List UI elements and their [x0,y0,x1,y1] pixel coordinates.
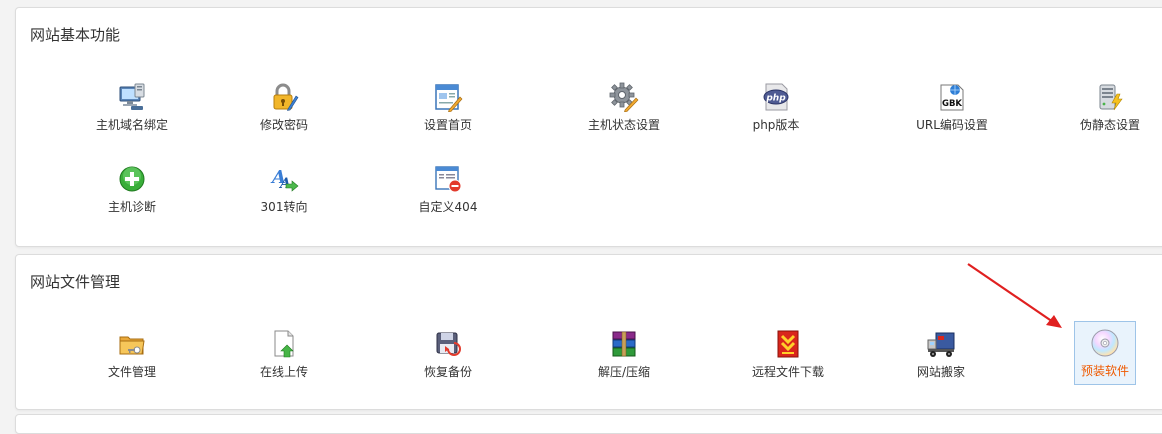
gbk-encoding-icon: GBK [937,82,967,112]
remote-download-icon [773,329,803,359]
tool-restore-backup[interactable]: 恢复备份 [398,323,498,387]
tool-label: 修改密码 [259,118,308,132]
tool-host-diagnosis[interactable]: 主机诊断 [82,158,182,222]
tool-label: 主机域名绑定 [95,118,168,132]
tool-label: 远程文件下载 [751,365,824,379]
tool-label: 伪静态设置 [1079,118,1140,132]
file-upload-icon [269,329,299,359]
svg-text:GBK: GBK [942,99,962,109]
tool-label: 文件管理 [107,365,156,379]
tool-site-migration[interactable]: 网站搬家 [891,323,991,387]
tool-301-redirect[interactable]: A A 301转向 [234,158,334,222]
green-plus-icon [117,164,147,194]
tool-label: URL编码设置 [916,118,988,132]
tool-label: 解压/压缩 [597,365,651,379]
tool-label: 主机状态设置 [587,118,660,132]
font-arrow-icon: A A [269,164,299,194]
tool-remote-file-download[interactable]: 远程文件下载 [738,323,838,387]
tool-extract-compress[interactable]: 解压/压缩 [574,323,674,387]
tool-label: php版本 [752,118,800,132]
tool-label: 设置首页 [423,118,472,132]
tool-online-upload[interactable]: 在线上传 [234,323,334,387]
server-lightning-icon [1095,82,1125,112]
tool-rewrite-settings[interactable]: 伪静态设置 [1060,76,1160,140]
tool-change-password[interactable]: 修改密码 [234,76,334,140]
tool-custom-404[interactable]: 自定义404 [398,158,498,222]
panel-next-partial [15,414,1162,434]
tool-file-manager[interactable]: 文件管理 [82,323,182,387]
cd-disc-icon [1090,328,1120,358]
tool-label: 自定义404 [418,200,478,214]
tool-set-homepage[interactable]: 设置首页 [398,76,498,140]
tool-label: 恢复备份 [423,365,472,379]
tool-label: 预装软件 [1080,364,1129,378]
tool-php-version[interactable]: php php版本 [726,76,826,140]
tool-preinstalled-software[interactable]: 预装软件 [1074,321,1136,385]
tool-host-status-settings[interactable]: 主机状态设置 [574,76,674,140]
monitor-network-icon [117,82,147,112]
window-error-icon [433,164,463,194]
svg-text:php: php [765,94,786,104]
moving-truck-icon [926,329,956,359]
tool-label: 301转向 [260,200,308,214]
folder-key-icon [117,329,147,359]
backup-restore-icon [433,329,463,359]
page-edit-icon [433,82,463,112]
panel-basic-functions: 网站基本功能 主机域名绑定 修改密码 设置首页 主机状态设置 php php版本… [15,7,1162,247]
panel-title: 网站文件管理 [30,273,121,291]
tool-host-domain-binding[interactable]: 主机域名绑定 [82,76,182,140]
tool-label: 网站搬家 [916,365,965,379]
php-icon: php [761,82,791,112]
tool-url-encoding-settings[interactable]: GBK URL编码设置 [902,76,1002,140]
tool-label: 在线上传 [259,365,308,379]
gear-pencil-icon [609,82,639,112]
panel-title: 网站基本功能 [30,26,121,44]
lock-pencil-icon [269,82,299,112]
panel-file-management: 网站文件管理 文件管理 在线上传 恢复备份 解压/压缩 远程文件下载 网站搬家 … [15,254,1162,410]
tool-label: 主机诊断 [107,200,156,214]
archive-books-icon [609,329,639,359]
